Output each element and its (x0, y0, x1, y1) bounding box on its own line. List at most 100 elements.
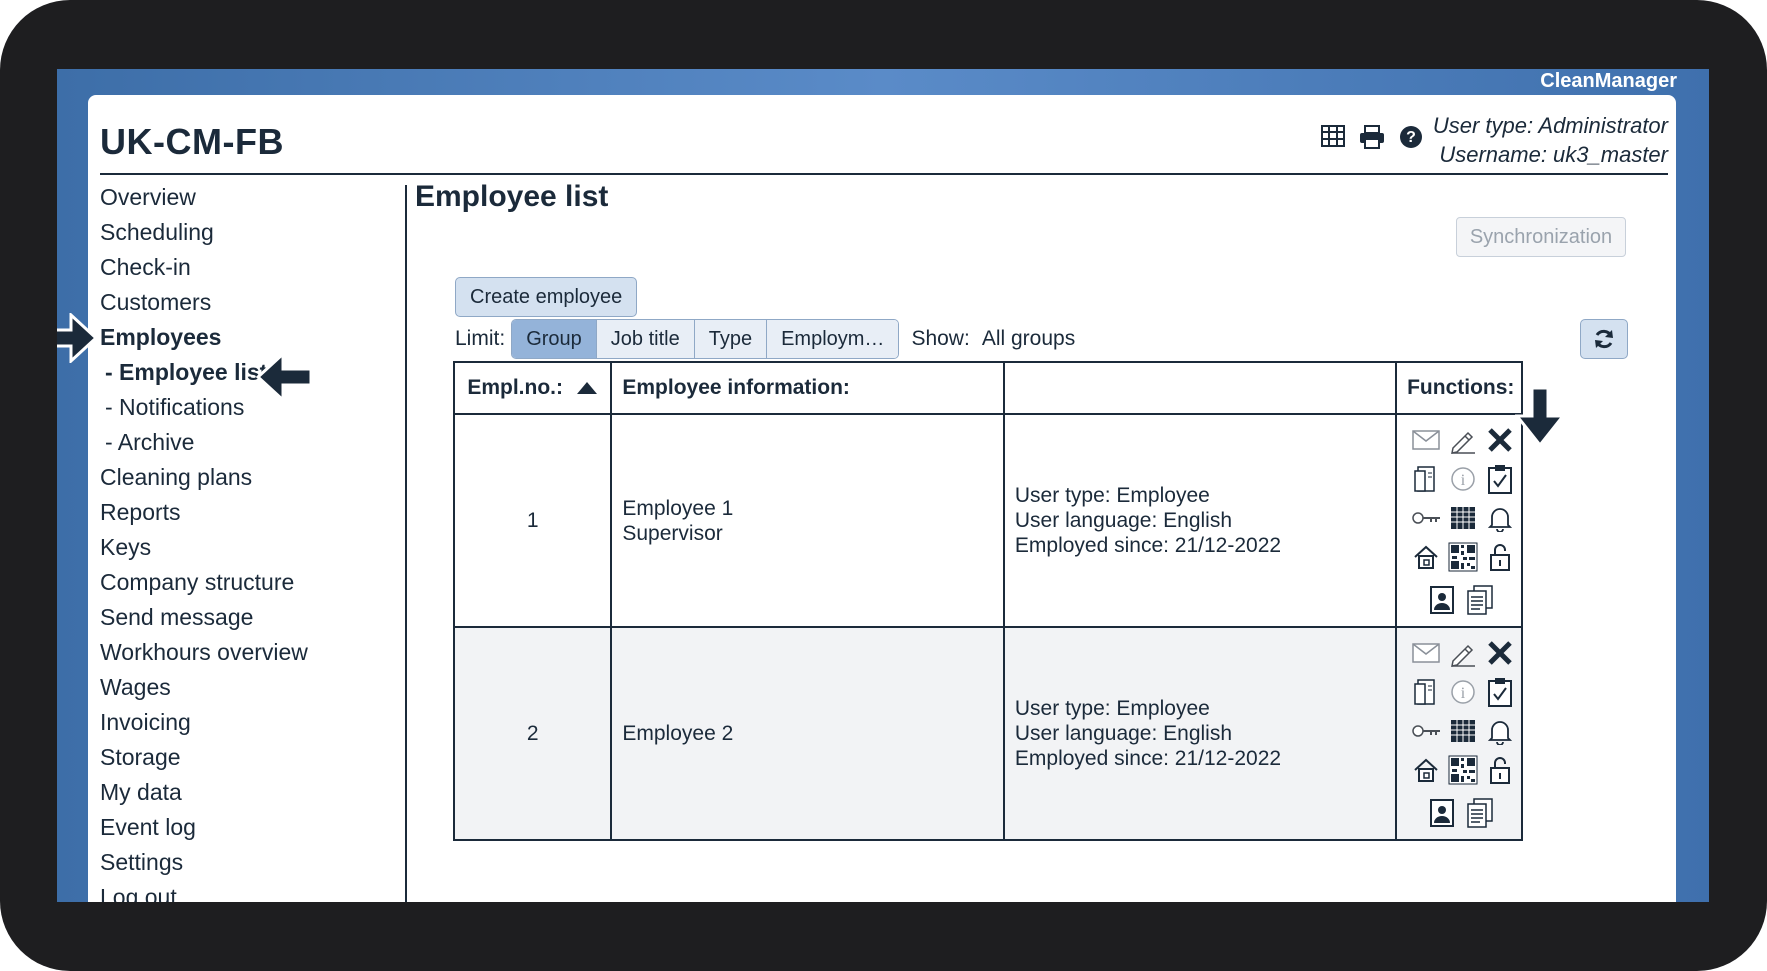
refresh-button[interactable] (1580, 319, 1628, 359)
sidebar-item-scheduling[interactable]: Scheduling (100, 215, 370, 250)
device-frame: CleanManager UK-CM-FB ? User type: Admin… (0, 0, 1767, 971)
employee-name: Employee 1 (622, 496, 734, 520)
employee-details-cell: User type: Employee User language: Engli… (1002, 413, 1398, 628)
sidebar-item-settings[interactable]: Settings (100, 845, 370, 880)
table-icon[interactable] (1321, 125, 1345, 149)
svg-text:i: i (1460, 472, 1465, 489)
table-header-row: Empl.no.: Employee information: Function… (452, 361, 1523, 415)
limit-option-employment[interactable]: Employm… (767, 320, 899, 358)
help-icon[interactable]: ? (1399, 125, 1423, 149)
employee-info-cell: Employee 2 (610, 626, 1005, 841)
sidebar-item-invoicing[interactable]: Invoicing (100, 705, 370, 740)
limit-option-job-title[interactable]: Job title (596, 320, 695, 358)
sidebar-item-my-data[interactable]: My data (100, 775, 370, 810)
sidebar-divider (405, 185, 407, 902)
brand-label: CleanManager (1540, 70, 1677, 92)
user-language-value: User language: English (1014, 509, 1233, 532)
document-icon[interactable] (1410, 460, 1442, 497)
mail-icon[interactable] (1410, 421, 1442, 458)
column-header-empl-no[interactable]: Empl.no.: (452, 361, 613, 415)
sidebar-item-reports[interactable]: Reports (100, 495, 370, 530)
sidebar-item-cleaning-plans[interactable]: Cleaning plans (100, 460, 370, 495)
svg-text:i: i (1460, 685, 1465, 702)
unlock-icon[interactable] (1484, 751, 1516, 788)
copy-documents-icon[interactable] (1464, 581, 1496, 618)
qr-code-icon[interactable] (1447, 751, 1479, 788)
sidebar-item-storage[interactable]: Storage (100, 740, 370, 775)
sidebar-item-event-log[interactable]: Event log (100, 810, 370, 845)
info-icon[interactable]: i (1447, 673, 1479, 710)
user-language-value: User language: English (1014, 722, 1233, 745)
home-icon[interactable] (1410, 538, 1442, 575)
username-label: Username: uk3_master (1439, 142, 1668, 167)
info-icon[interactable]: i (1447, 460, 1479, 497)
synchronization-button[interactable]: Synchronization (1456, 217, 1626, 257)
calendar-grid-icon[interactable] (1447, 712, 1479, 749)
sidebar-item-employees[interactable]: Employees (100, 320, 370, 355)
sidebar-item-wages[interactable]: Wages (100, 670, 370, 705)
copy-documents-icon[interactable] (1464, 794, 1496, 831)
bell-icon[interactable] (1484, 499, 1516, 536)
sidebar-item-workhours-overview[interactable]: Workhours overview (100, 635, 370, 670)
column-header-functions: Functions: (1395, 361, 1523, 415)
key-icon[interactable] (1410, 712, 1442, 749)
limit-option-type[interactable]: Type (694, 320, 768, 358)
app-window: CleanManager UK-CM-FB ? User type: Admin… (57, 69, 1709, 902)
table-row: 1 Employee 1 Supervisor User type: Emplo… (452, 413, 1523, 628)
sidebar-item-overview[interactable]: Overview (100, 180, 370, 215)
user-info: User type: Administrator Username: uk3_m… (1433, 111, 1668, 169)
app-title: UK-CM-FB (100, 121, 284, 162)
sidebar-item-notifications[interactable]: - Notifications (100, 390, 370, 425)
table-row: 2 Employee 2 User type: Employee User la… (452, 626, 1523, 841)
show-label: Show: (911, 327, 970, 350)
delete-x-icon[interactable] (1484, 634, 1516, 671)
sidebar-item-company-structure[interactable]: Company structure (100, 565, 370, 600)
column-header-details (1002, 361, 1398, 415)
employee-info-cell: Employee 1 Supervisor (610, 413, 1005, 628)
functions-cell: i (1395, 626, 1523, 841)
delete-x-icon[interactable] (1484, 421, 1516, 458)
sidebar-item-log-out[interactable]: Log out (100, 880, 370, 902)
empl-no-cell: 1 (452, 413, 613, 628)
edit-pencil-icon[interactable] (1447, 421, 1479, 458)
sidebar-item-archive[interactable]: - Archive (100, 425, 370, 460)
id-card-icon[interactable] (1426, 581, 1458, 618)
home-icon[interactable] (1410, 751, 1442, 788)
page-header: UK-CM-FB ? User type: Administrator User… (100, 95, 1668, 175)
employed-since-value: Employed since: 21/12-2022 (1014, 747, 1282, 770)
document-icon[interactable] (1410, 673, 1442, 710)
limit-option-group[interactable]: Group (512, 320, 597, 358)
id-card-icon[interactable] (1426, 794, 1458, 831)
employee-details-cell: User type: Employee User language: Engli… (1002, 626, 1398, 841)
column-header-employee-info: Employee information: (610, 361, 1005, 415)
show-value[interactable]: All groups (982, 327, 1075, 351)
print-icon[interactable] (1359, 125, 1385, 149)
user-type-value: User type: Employee (1014, 484, 1210, 507)
sidebar-item-send-message[interactable]: Send message (100, 600, 370, 635)
annotation-arrow-right-icon (57, 313, 99, 363)
bell-icon[interactable] (1484, 712, 1516, 749)
employee-table: Empl.no.: Employee information: Function… (452, 361, 1523, 841)
create-employee-button[interactable]: Create employee (455, 277, 638, 317)
header-toolbar: ? (1321, 125, 1423, 149)
calendar-grid-icon[interactable] (1447, 499, 1479, 536)
page-title: Employee list (415, 180, 609, 213)
content-panel: UK-CM-FB ? User type: Administrator User… (88, 95, 1676, 902)
unlock-icon[interactable] (1484, 538, 1516, 575)
annotation-arrow-left-icon (255, 352, 313, 402)
clipboard-check-icon[interactable] (1484, 673, 1516, 710)
empl-no-cell: 2 (452, 626, 613, 841)
mail-icon[interactable] (1410, 634, 1442, 671)
functions-cell: i (1395, 413, 1523, 628)
key-icon[interactable] (1410, 499, 1442, 536)
employed-since-value: Employed since: 21/12-2022 (1014, 534, 1282, 557)
edit-pencil-icon[interactable] (1447, 634, 1479, 671)
qr-code-icon[interactable] (1447, 538, 1479, 575)
clipboard-check-icon[interactable] (1484, 460, 1516, 497)
sidebar-item-employee-list[interactable]: - Employee list (100, 355, 370, 390)
filter-row: Limit: Group Job title Type Employm… Sho… (455, 319, 1075, 359)
sidebar-item-check-in[interactable]: Check-in (100, 250, 370, 285)
sort-ascending-icon[interactable] (577, 382, 598, 395)
sidebar-item-customers[interactable]: Customers (100, 285, 370, 320)
sidebar-item-keys[interactable]: Keys (100, 530, 370, 565)
